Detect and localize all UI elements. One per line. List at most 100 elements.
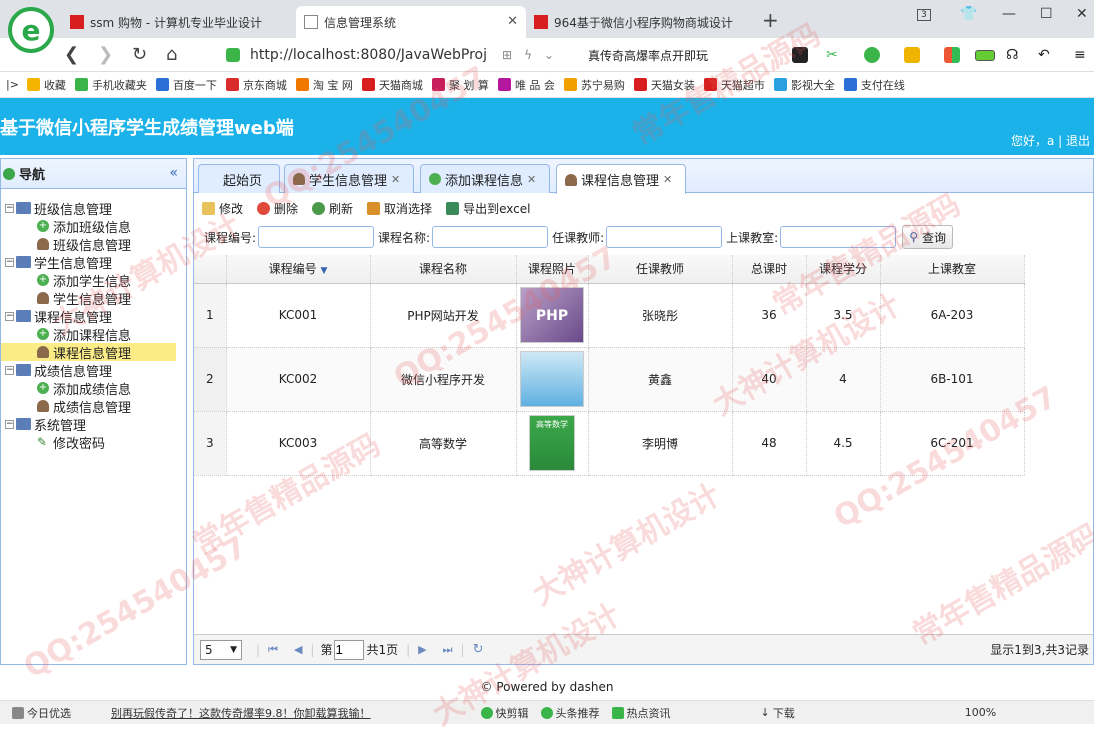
headphones-icon[interactable]: ☊	[1006, 47, 1022, 63]
table-row[interactable]: 2 KC002 微信小程序开发 黄鑫 40 4 6B-101	[194, 347, 1025, 412]
shirt-icon[interactable]: 👕	[960, 6, 977, 22]
status-hot[interactable]: 热点资讯	[611, 705, 671, 721]
ext-scissors-icon[interactable]: ✂	[826, 47, 842, 63]
delete-button[interactable]: 删除	[257, 200, 298, 217]
course-photo[interactable]	[520, 351, 584, 407]
bookmark-item[interactable]: 天猫商城	[361, 77, 423, 93]
chevron-down-icon[interactable]: ⌄	[544, 48, 554, 62]
grid-icon[interactable]: ⊞	[502, 48, 512, 62]
col-header-room[interactable]: 上课教室	[880, 255, 1025, 284]
menu-icon[interactable]: ≡	[1074, 47, 1090, 63]
ext-apps-icon[interactable]	[944, 47, 960, 63]
status-today[interactable]: 今日优选	[12, 705, 71, 721]
nav-item[interactable]: 学生信息管理	[1, 289, 186, 308]
table-row[interactable]: 1 KC001 PHP网站开发 PHP 张晓彤 36 3.5 6A-203	[194, 283, 1025, 348]
course-photo[interactable]: 高等数学	[529, 415, 575, 471]
nav-item[interactable]: + 添加班级信息	[1, 217, 186, 236]
new-tab-icon[interactable]: +	[762, 8, 779, 32]
page-number-input[interactable]	[334, 639, 365, 660]
status-headline[interactable]: 头条推荐	[540, 705, 600, 721]
refresh-button[interactable]: 刷新	[312, 200, 353, 217]
col-header-code[interactable]: 课程编号 ▼	[226, 255, 371, 284]
collapse-toggle-icon[interactable]: −	[5, 311, 14, 321]
collapse-icon[interactable]: «	[169, 165, 178, 181]
forward-icon[interactable]: ❯	[98, 44, 113, 65]
close-icon[interactable]: ✕	[527, 173, 536, 186]
back-icon[interactable]: ❮	[64, 44, 79, 65]
reload-icon[interactable]: ↻	[132, 44, 147, 65]
undo-icon[interactable]: ↶	[1038, 47, 1054, 63]
url-text[interactable]: http://localhost:8080/JavaWebProj	[250, 47, 490, 63]
course-name-input[interactable]	[432, 226, 549, 248]
collapse-toggle-icon[interactable]: −	[5, 203, 14, 213]
bookmark-item[interactable]: 聚 划 算	[431, 77, 489, 93]
search-button[interactable]: ⚲ 查询	[902, 225, 953, 249]
course-photo[interactable]: PHP	[520, 287, 584, 343]
bookmark-item[interactable]: 影视大全	[773, 77, 835, 93]
tab-student-manage[interactable]: 学生信息管理 ✕	[284, 164, 414, 193]
bookmark-item[interactable]: 手机收藏夹	[74, 77, 147, 93]
browser-tab-2[interactable]: 信息管理系统 ✕	[296, 6, 526, 38]
close-icon[interactable]: ✕	[663, 173, 672, 186]
maximize-icon[interactable]: ☐	[1040, 6, 1053, 22]
col-header-name[interactable]: 课程名称	[370, 255, 517, 284]
nav-group-2[interactable]: − 课程信息管理	[1, 307, 186, 326]
status-news[interactable]: 别再玩假传奇了！这款传奇爆率9.8！你卸载算我输！	[111, 705, 371, 721]
close-icon[interactable]: ✕	[391, 173, 400, 186]
collapse-toggle-icon[interactable]: −	[5, 365, 14, 375]
tab-course-manage[interactable]: 课程信息管理 ✕	[556, 164, 686, 194]
bookmark-item[interactable]: 淘 宝 网	[295, 77, 353, 93]
col-header-photo[interactable]: 课程照片	[516, 255, 589, 284]
bookmark-item[interactable]: 天猫女装	[633, 77, 695, 93]
status-zoom[interactable]: 100%	[965, 706, 996, 719]
col-header-credit[interactable]: 课程学分	[806, 255, 881, 284]
nav-group-4[interactable]: − 系统管理	[1, 415, 186, 434]
room-input[interactable]	[780, 226, 897, 248]
bookmark-item[interactable]: 京东商城	[225, 77, 287, 93]
sidebar-toggle-icon[interactable]: |>	[6, 78, 19, 91]
bookmark-item[interactable]: 收藏	[26, 77, 66, 93]
status-download[interactable]: ↓ 下载	[761, 705, 795, 721]
nav-item[interactable]: + 添加课程信息	[1, 325, 186, 344]
next-page-icon[interactable]: ▶	[418, 643, 426, 656]
teacher-input[interactable]	[606, 226, 723, 248]
reload-grid-icon[interactable]: ↻	[473, 642, 484, 657]
first-page-icon[interactable]: ⏮	[268, 643, 278, 657]
nav-item[interactable]: 成绩信息管理	[1, 397, 186, 416]
col-header-hours[interactable]: 总课时	[732, 255, 807, 284]
ext-shield-icon[interactable]	[904, 47, 920, 63]
prev-page-icon[interactable]: ◀	[294, 643, 302, 656]
lightning-icon[interactable]: ϟ	[524, 48, 532, 62]
course-code-input[interactable]	[258, 226, 375, 248]
bookmark-item[interactable]: 唯 品 会	[497, 77, 555, 93]
browser-tab-3[interactable]: 964基于微信小程序购物商城设计	[526, 6, 758, 38]
user-info[interactable]: 您好，a | 退出	[1011, 132, 1090, 149]
status-quickedit[interactable]: 快剪辑	[480, 705, 529, 721]
tab-add-course[interactable]: 添加课程信息 ✕	[420, 164, 550, 193]
bookmark-item[interactable]: 百度一下	[155, 77, 217, 93]
collapse-toggle-icon[interactable]: −	[5, 419, 14, 429]
nav-item[interactable]: ✎ 修改密码	[1, 433, 186, 452]
nav-group-0[interactable]: − 班级信息管理	[1, 199, 186, 218]
home-icon[interactable]: ⌂	[166, 44, 177, 65]
close-tab-icon[interactable]: ✕	[507, 14, 518, 29]
nav-group-1[interactable]: − 学生信息管理	[1, 253, 186, 272]
ext-translate-icon[interactable]	[864, 47, 880, 63]
tab-counter[interactable]: 3	[917, 9, 931, 21]
nav-group-3[interactable]: − 成绩信息管理	[1, 361, 186, 380]
browser-tab-1[interactable]: ssm 购物 - 计算机专业毕业设计	[62, 6, 294, 38]
bookmark-item[interactable]: 支付在线	[843, 77, 905, 93]
page-size-select[interactable]: 5 ▼	[200, 639, 242, 660]
col-header-teacher[interactable]: 任课教师	[588, 255, 733, 284]
search-suggestion[interactable]: 真传奇高爆率点开即玩	[588, 47, 708, 64]
nav-item[interactable]: + 添加成绩信息	[1, 379, 186, 398]
battery-icon[interactable]	[975, 50, 995, 61]
export-excel-button[interactable]: 导出到excel	[446, 200, 530, 217]
cancel-selection-button[interactable]: 取消选择	[367, 200, 432, 217]
close-window-icon[interactable]: ✕	[1076, 6, 1088, 22]
last-page-icon[interactable]: ⏭	[443, 643, 453, 657]
ext-game-icon[interactable]	[792, 47, 808, 63]
nav-item[interactable]: 课程信息管理	[1, 343, 176, 362]
nav-item[interactable]: + 添加学生信息	[1, 271, 186, 290]
tab-start[interactable]: 起始页	[198, 164, 280, 193]
